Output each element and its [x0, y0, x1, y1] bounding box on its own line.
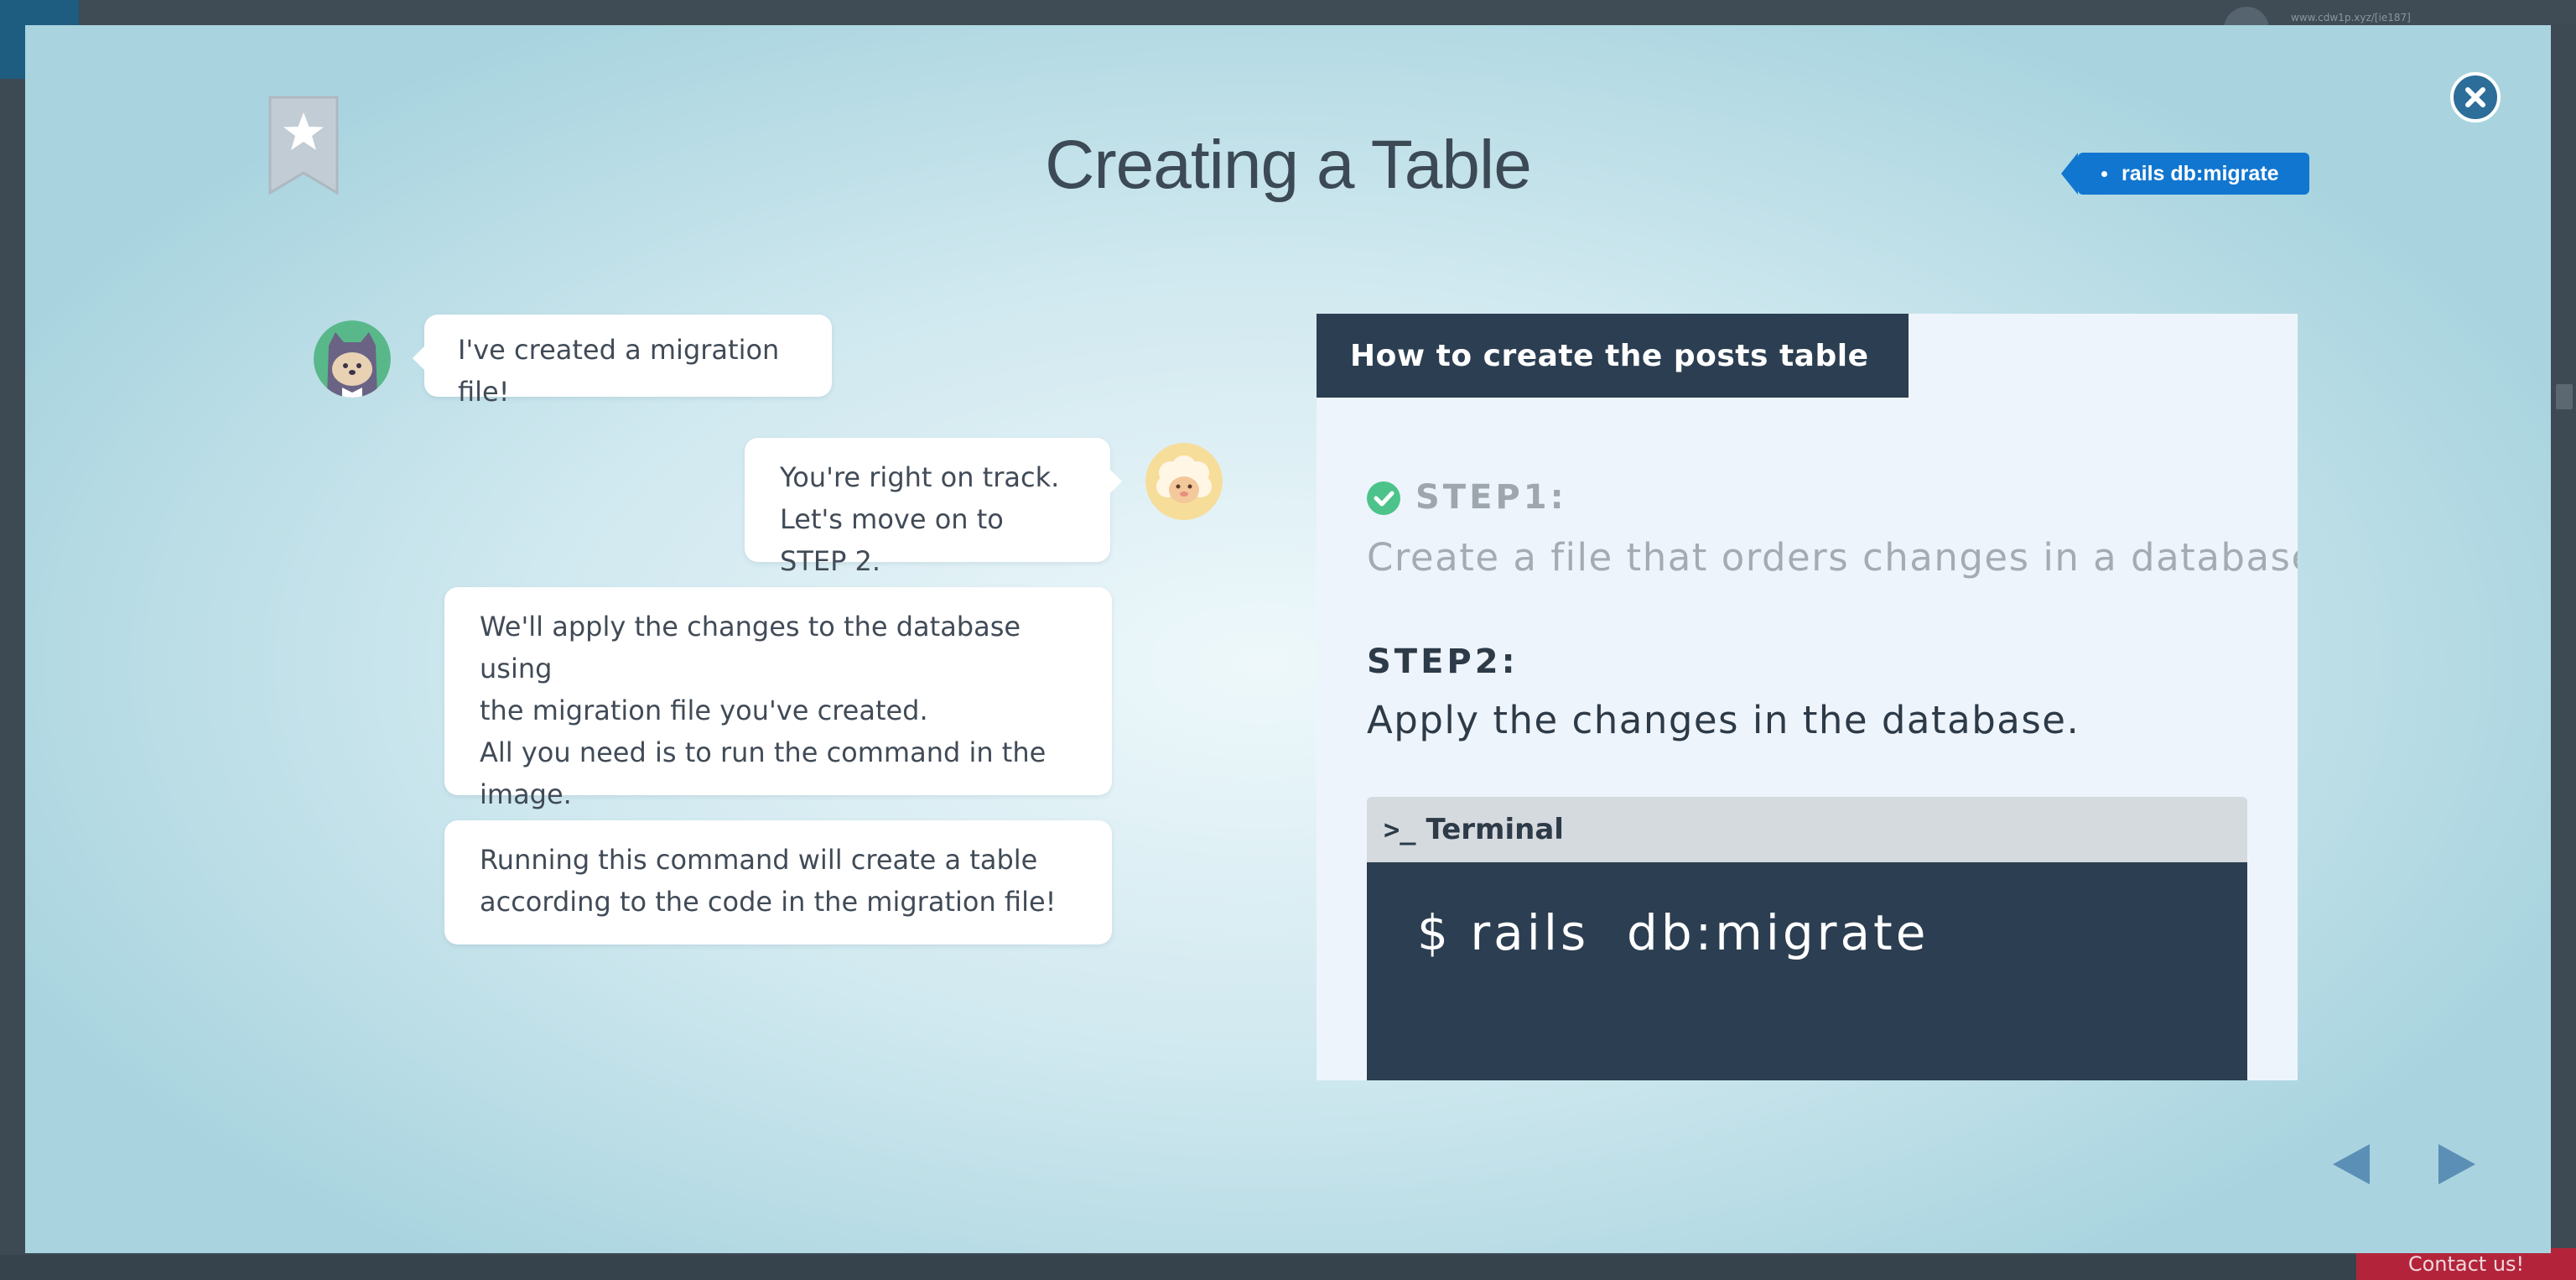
- student-avatar: [314, 320, 391, 398]
- chat-bubble-mentor-1: You're right on track. Let's move on to …: [745, 438, 1122, 577]
- chat-bubble-mentor-2: We'll apply the changes to the database …: [444, 587, 1112, 810]
- background-bottom-bar: [0, 1255, 2576, 1280]
- chat-line: You're right on track.: [780, 461, 1060, 493]
- close-icon: [2465, 87, 2485, 107]
- chat-line: All you need is to run the command in th…: [480, 736, 1046, 768]
- terminal-title: Terminal: [1426, 813, 1564, 846]
- terminal-body: $ rails db:migrate: [1367, 862, 2247, 1080]
- bubble-tail: [413, 346, 424, 370]
- step1-text: Create a file that orders changes in a d…: [1367, 535, 2298, 580]
- next-button[interactable]: [2430, 1141, 2480, 1188]
- chat-line: We'll apply the changes to the database …: [480, 611, 1021, 684]
- check-circle-icon: [1367, 481, 1400, 515]
- tag-label: rails db:migrate: [2122, 161, 2279, 185]
- triangle-right-icon: [2438, 1144, 2475, 1184]
- previous-button[interactable]: [2328, 1141, 2378, 1188]
- bubble-tail: [1110, 470, 1122, 493]
- command-tag[interactable]: rails db:migrate: [2061, 153, 2309, 195]
- step1-label: STEP1:: [1415, 478, 1567, 517]
- chat-line: according to the code in the migration f…: [480, 886, 1057, 918]
- terminal-prompt-icon: >_: [1384, 814, 1416, 846]
- background-top-bar: [0, 0, 2576, 25]
- triangle-left-icon: [2333, 1144, 2370, 1184]
- step2-label: STEP2:: [1367, 643, 1519, 681]
- chat-bubble-student: I've created a migration file!: [413, 315, 832, 408]
- lesson-slide: How to create the posts table STEP1: Cre…: [1317, 314, 2298, 1080]
- chat-bubble-mentor-3: Running this command will create a table…: [444, 820, 1112, 944]
- chat-line: image.: [480, 778, 572, 810]
- chat-line: I've created a migration file!: [458, 334, 780, 408]
- chat-line: Running this command will create a table: [480, 844, 1038, 876]
- terminal-title-bar: >_ Terminal: [1367, 797, 2247, 862]
- background-url: www.cdw1p.xyz/[ie187]: [2291, 12, 2411, 23]
- terminal-command: $ rails db:migrate: [1417, 904, 1929, 961]
- lesson-modal: Creating a Table rails db:migrate I've c…: [25, 25, 2551, 1253]
- slide-heading: How to create the posts table: [1317, 314, 1909, 398]
- tag-dot: [2101, 171, 2107, 177]
- chat-line: the migration file you've created.: [480, 695, 928, 726]
- step2-text: Apply the changes in the database.: [1367, 698, 2080, 742]
- close-button[interactable]: [2450, 72, 2501, 122]
- mentor-avatar: [1145, 443, 1223, 520]
- chat-line: Let's move on to STEP 2.: [780, 503, 1004, 577]
- background-scrollbar-thumb: [2556, 384, 2573, 409]
